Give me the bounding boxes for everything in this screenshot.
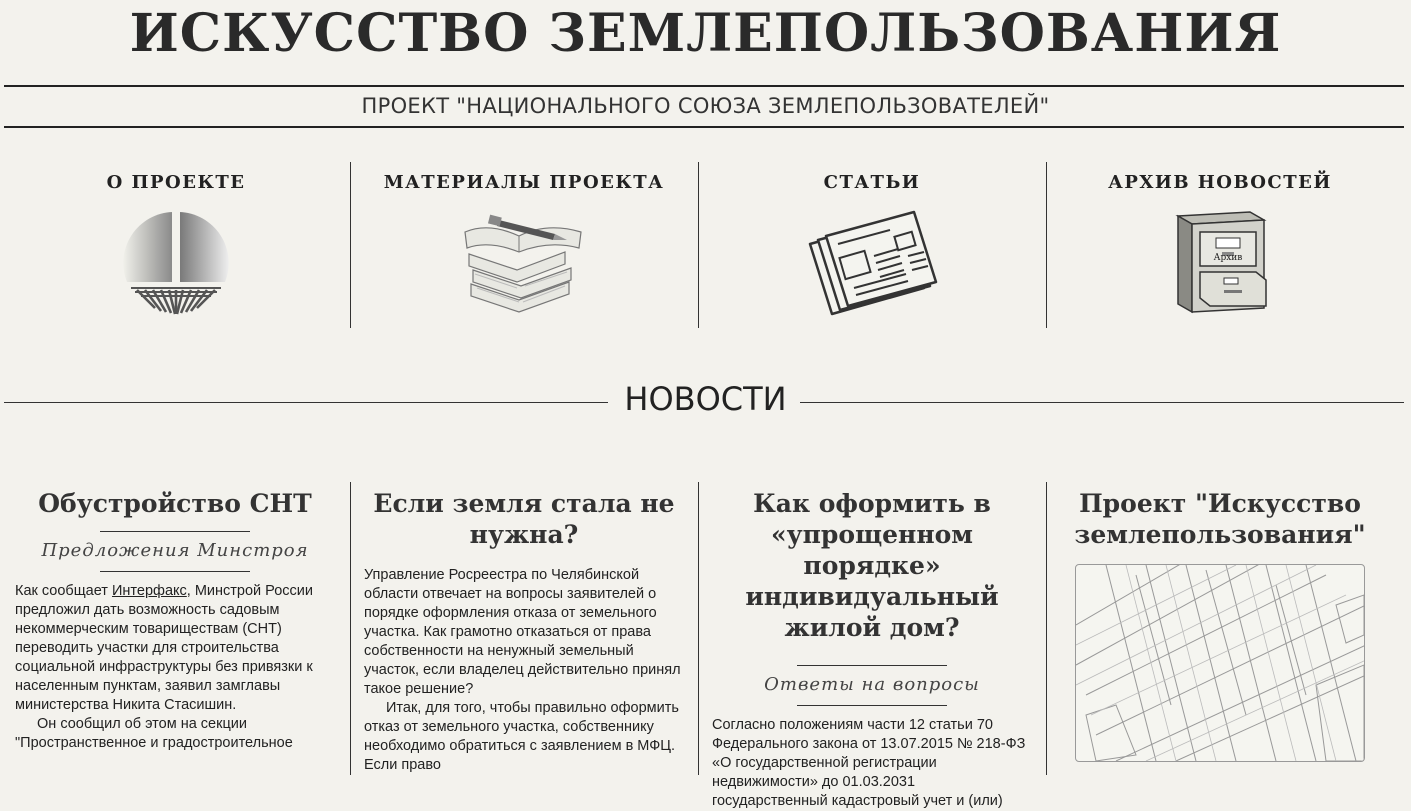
- article-text: , Минстрой России предложил дать возможн…: [15, 583, 313, 713]
- news-heading-text: НОВОСТИ: [624, 380, 787, 418]
- cadastral-map-drawing: [1076, 565, 1364, 761]
- article-body: Как сообщает Интерфакс, Минстрой России …: [15, 582, 335, 753]
- archive-cabinet-icon: Архив: [1175, 211, 1267, 314]
- article-paragraph: Итак, для того, чтобы правильно оформить…: [364, 700, 679, 773]
- site-subtitle: ПРОЕКТ "НАЦИОНАЛЬНОГО СОЮЗА ЗЕМЛЕПОЛЬЗОВ…: [361, 94, 1050, 118]
- site-title[interactable]: ИСКУССТВО ЗЕМЛЕПОЛЬЗОВАНИЯ: [0, 2, 1411, 66]
- nav-divider: [1046, 162, 1047, 328]
- article-title[interactable]: Как оформить в «упрощенном порядке» инди…: [712, 488, 1032, 643]
- nav-item-materials[interactable]: МАТЕРИАЛЫ ПРОЕКТА: [350, 162, 698, 328]
- news-heading-rule-right: [800, 402, 1404, 403]
- category-label: Предложения Минстроя: [41, 540, 309, 561]
- news-article: Как оформить в «упрощенном порядке» инди…: [712, 482, 1032, 811]
- nav-divider: [350, 162, 351, 328]
- news-column-divider: [350, 482, 351, 775]
- nav-item-label: АРХИВ НОВОСТЕЙ: [1108, 172, 1332, 193]
- news-column-divider: [1046, 482, 1047, 775]
- article-title[interactable]: Обустройство СНТ: [15, 488, 335, 519]
- nav-item-articles[interactable]: СТАТЬИ: [698, 162, 1046, 328]
- news-article: Проект "Искусство землепользования": [1060, 482, 1380, 762]
- news-column-divider: [698, 482, 699, 775]
- nav-item-label: МАТЕРИАЛЫ ПРОЕКТА: [383, 172, 665, 193]
- article-paragraph: Управление Росреестра по Челябинской обл…: [364, 567, 681, 697]
- article-body: Согласно положениям части 12 статьи 70 Ф…: [712, 716, 1032, 811]
- news-article: Обустройство СНТ Предложения Минстроя Ка…: [15, 482, 335, 753]
- nav-item-label: О ПРОЕКТЕ: [106, 172, 246, 193]
- nav-item-label: СТАТЬИ: [823, 172, 921, 193]
- article-paragraph: Он сообщил об этом на секции "Пространст…: [15, 716, 293, 751]
- cadastral-map-image[interactable]: [1075, 564, 1365, 762]
- category-rule: [100, 531, 250, 532]
- pie-logo-icon: [123, 212, 229, 315]
- nav-divider: [698, 162, 699, 328]
- category-rule: [797, 705, 947, 706]
- archive-label: Архив: [1214, 253, 1243, 263]
- main-nav: О ПРОЕКТЕ МАТЕРИАЛЫ ПРОЕКТА СТАТЬИ АРХИВ…: [0, 162, 1411, 328]
- article-title[interactable]: Проект "Искусство землепользования": [1060, 488, 1380, 550]
- news-heading: НОВОСТИ: [0, 380, 1411, 420]
- category-label: Ответы на вопросы: [764, 674, 980, 695]
- nav-item-about[interactable]: О ПРОЕКТЕ: [2, 162, 350, 328]
- header-rule-bottom: [4, 126, 1404, 128]
- category-rule: [100, 571, 250, 572]
- article-text: Как сообщает: [15, 583, 112, 599]
- books-pen-icon: [464, 214, 582, 313]
- header-rule-top: [4, 85, 1404, 87]
- news-article: Если земля стала не нужна? Управление Ро…: [364, 482, 684, 775]
- interfax-link[interactable]: Интерфакс: [112, 583, 187, 599]
- category-rule: [797, 665, 947, 666]
- article-paragraph: Согласно положениям части 12 статьи 70 Ф…: [712, 717, 1026, 809]
- nav-item-news-archive[interactable]: АРХИВ НОВОСТЕЙ Архив: [1046, 162, 1394, 328]
- article-title[interactable]: Если земля стала не нужна?: [364, 488, 684, 550]
- article-category: Предложения Минстроя: [15, 531, 335, 572]
- article-category: Ответы на вопросы: [712, 665, 1032, 706]
- article-body: Управление Росреестра по Челябинской обл…: [364, 566, 684, 775]
- newspaper-icon: [808, 210, 938, 316]
